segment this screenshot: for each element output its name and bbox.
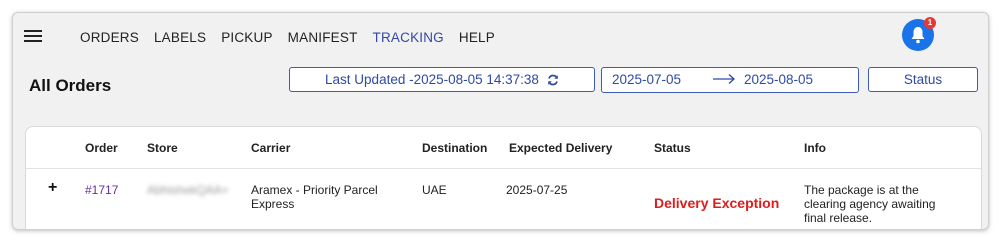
date-range-picker[interactable]: 2025-07-05 2025-08-05	[601, 67, 859, 93]
menu-icon[interactable]	[24, 30, 42, 43]
order-link[interactable]: #1717	[85, 183, 118, 197]
refresh-icon[interactable]	[547, 74, 559, 86]
nav-help[interactable]: HELP	[459, 27, 495, 47]
nav-orders[interactable]: ORDERS	[80, 27, 139, 47]
expand-row-icon[interactable]: +	[48, 179, 57, 197]
col-destination: Destination	[422, 141, 488, 155]
nav-labels[interactable]: LABELS	[154, 27, 206, 47]
store-name: AbhishekQAA+	[147, 183, 229, 197]
nav-pickup[interactable]: PICKUP	[221, 27, 272, 47]
expected-delivery-date: 2025-07-25	[506, 183, 568, 197]
status-filter-button[interactable]: Status	[868, 67, 978, 92]
col-info: Info	[804, 141, 826, 155]
carrier-name: Aramex - Priority Parcel Express	[251, 183, 378, 211]
nav-tracking[interactable]: TRACKING	[373, 27, 444, 47]
notification-badge: 1	[924, 17, 936, 29]
status-badge: Delivery Exception	[654, 195, 780, 211]
col-carrier: Carrier	[251, 141, 291, 155]
col-expected-delivery: Expected Delivery	[509, 141, 613, 155]
last-updated-button[interactable]: Last Updated -2025-08-05 14:37:38	[289, 67, 595, 92]
app-window: ORDERS LABELS PICKUP MANIFEST TRACKING H…	[12, 12, 989, 230]
col-order: Order	[85, 141, 118, 155]
top-nav: ORDERS LABELS PICKUP MANIFEST TRACKING H…	[80, 27, 510, 47]
header-divider	[26, 168, 981, 169]
destination: UAE	[422, 183, 447, 197]
nav-manifest[interactable]: MANIFEST	[288, 27, 358, 47]
col-store: Store	[147, 141, 178, 155]
page-title: All Orders	[29, 76, 112, 95]
arrow-right-icon	[713, 74, 735, 84]
notifications-button[interactable]: 1	[902, 17, 936, 51]
orders-table: Order Store Carrier Destination Expected…	[25, 126, 982, 229]
bell-icon	[911, 27, 925, 44]
date-from[interactable]: 2025-07-05	[612, 72, 681, 87]
last-updated-label: Last Updated -2025-08-05 14:37:38	[325, 72, 539, 87]
date-to[interactable]: 2025-08-05	[744, 72, 813, 87]
col-status: Status	[654, 141, 691, 155]
info-text: The package is at the clearing agency aw…	[804, 183, 936, 225]
